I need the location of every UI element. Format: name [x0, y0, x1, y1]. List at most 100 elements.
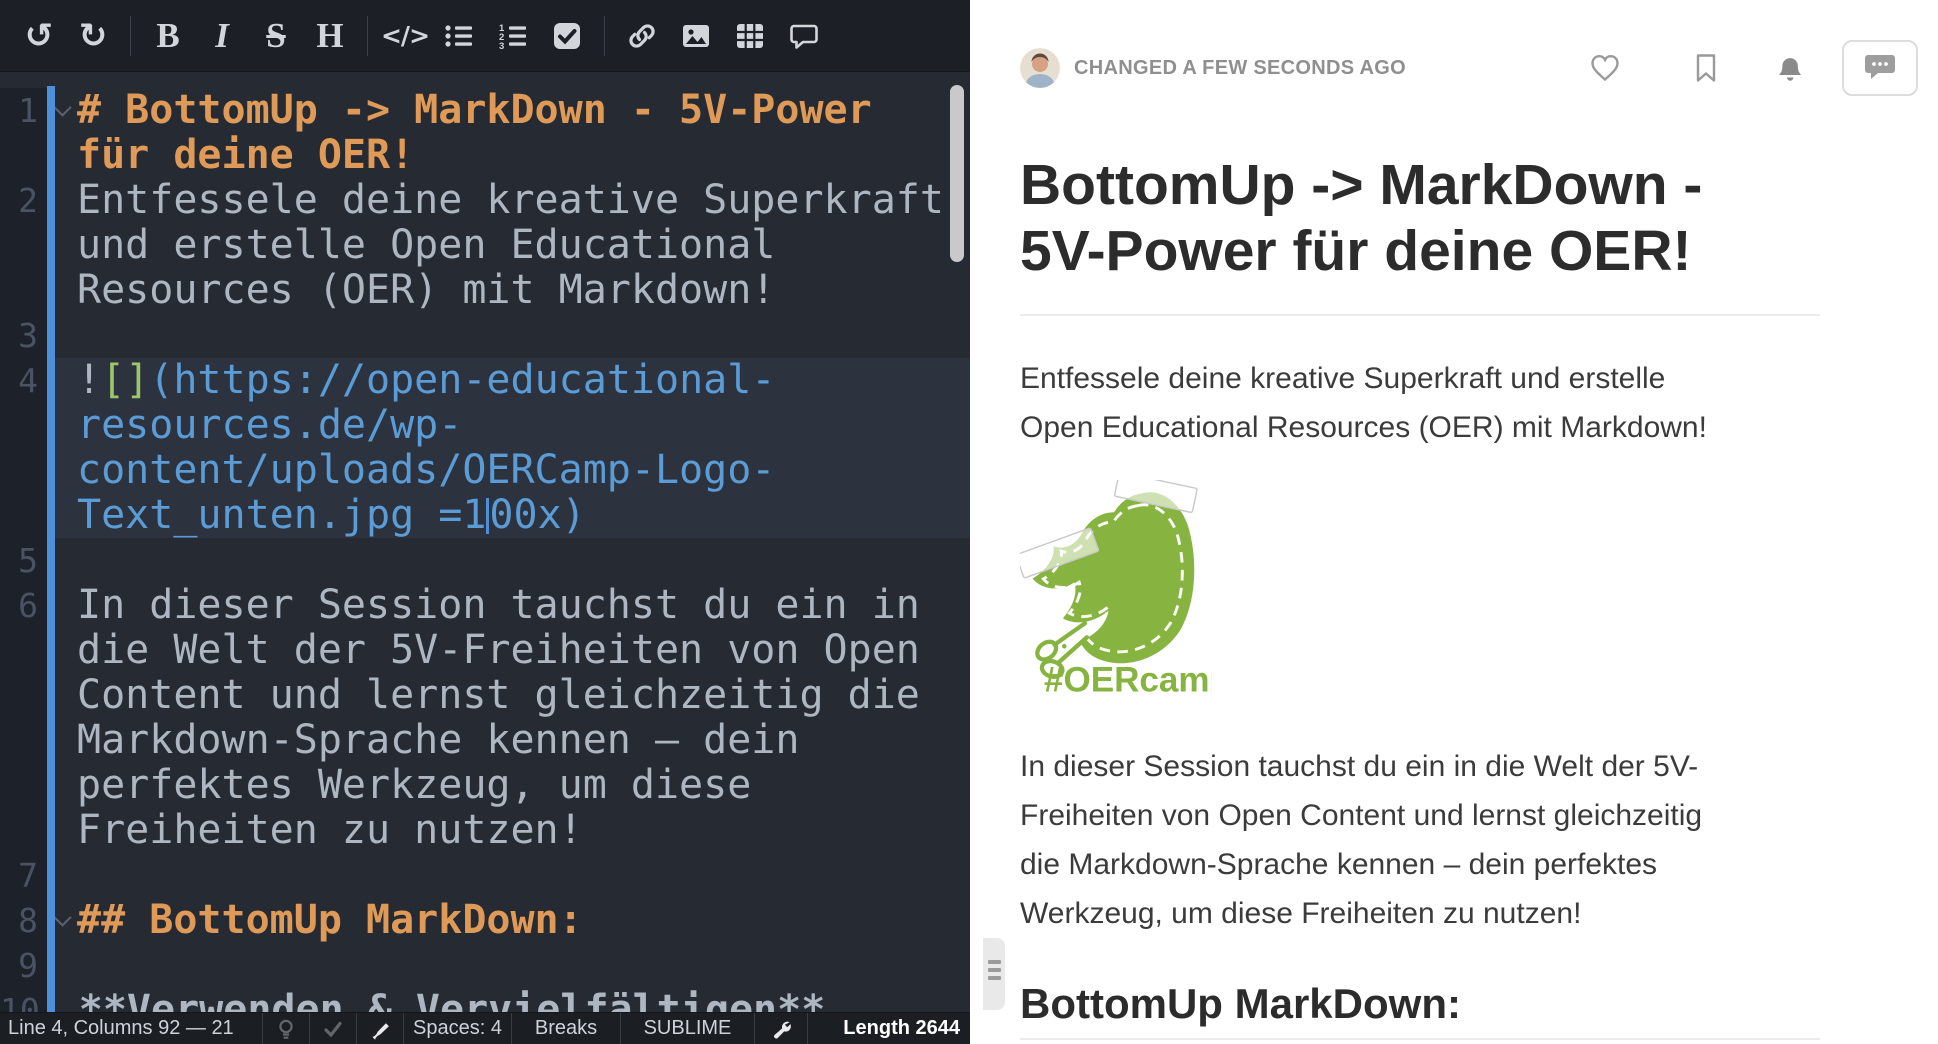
line-number: 6	[0, 583, 47, 853]
editor-line-text	[77, 538, 957, 583]
table-icon	[735, 21, 765, 51]
preferences-button[interactable]	[755, 1013, 808, 1044]
editor-line-5[interactable]: 5	[0, 538, 970, 583]
image-icon	[681, 21, 711, 51]
image-url-token: (https://open-educational- resources.de/…	[77, 357, 775, 538]
grip-bar	[988, 968, 1001, 972]
bold-icon: B	[156, 18, 179, 53]
insert-image-button[interactable]	[673, 13, 719, 59]
check-icon	[322, 1018, 344, 1040]
redo-button[interactable]: ↻	[70, 13, 116, 59]
document-info-bar: CHANGED A FEW SECONDS AGO	[1020, 40, 1918, 96]
editor-line-10[interactable]: 10 **Verwenden & Vervielfältigen**	[0, 988, 970, 1012]
insert-table-button[interactable]	[727, 13, 773, 59]
link-icon	[627, 21, 657, 51]
fold-chevron-icon[interactable]	[53, 98, 71, 116]
check-list-button[interactable]	[544, 13, 590, 59]
svg-text:3: 3	[499, 41, 504, 51]
italic-icon: I	[215, 18, 229, 53]
editor-line-8[interactable]: 8 ## BottomUp MarkDown:	[0, 898, 970, 943]
editor-line-text: **Verwenden & Vervielfältigen**	[79, 988, 959, 1012]
comment-bubble-icon	[1862, 51, 1898, 85]
editor-line-6[interactable]: 6 In dieser Session tauchst du ein in di…	[0, 583, 970, 853]
comment-button[interactable]	[781, 13, 827, 59]
editor-line-1[interactable]: 1 # BottomUp -> MarkDown - 5V-Power für …	[0, 88, 970, 178]
preview-pane: CHANGED A FEW SECONDS AGO	[970, 0, 1938, 1044]
editor-statusbar: Line 4, Columns 92 — 21 Spaces: 4 Bre	[0, 1012, 970, 1044]
comments-panel-button[interactable]	[1842, 40, 1918, 96]
avatar-photo	[1020, 48, 1060, 88]
line-number: 7	[0, 853, 47, 898]
image-brackets-token: []	[101, 357, 149, 403]
fold-chevron-icon[interactable]	[53, 908, 71, 926]
keymap-setting[interactable]: SUBLIME	[621, 1013, 755, 1044]
editor-line-text: In dieser Session tauchst du ein in die …	[77, 583, 957, 853]
authorship-color-bar	[47, 86, 55, 1012]
last-changed-status: CHANGED A FEW SECONDS AGO	[1074, 57, 1406, 80]
editor-line-text	[77, 943, 957, 988]
ordered-list-button[interactable]: 1 2 3	[490, 13, 536, 59]
indent-setting[interactable]: Spaces: 4	[404, 1013, 512, 1044]
heading-button[interactable]: H	[307, 13, 353, 59]
insert-link-button[interactable]	[619, 13, 665, 59]
heart-icon	[1588, 51, 1622, 85]
bookmark-button[interactable]	[1690, 52, 1722, 84]
line-number: 4	[0, 358, 47, 538]
lightbulb-icon	[275, 1018, 297, 1040]
editor-line-text	[77, 853, 957, 898]
author-avatar[interactable]	[1020, 48, 1060, 88]
theme-brush-button[interactable]	[357, 1013, 404, 1044]
oercamp-logo-image: #OERcamp	[1020, 480, 1212, 698]
line-number: 5	[0, 538, 47, 583]
document-length-status: Length 2644	[808, 1013, 970, 1044]
editor-line-text: ![](https://open-educational- resources.…	[77, 358, 957, 538]
editor-line-text: Entfessele deine kreative Superkraft und…	[77, 178, 957, 313]
editor-line-2[interactable]: 2 Entfessele deine kreative Superkraft u…	[0, 178, 970, 313]
grip-bar	[988, 960, 1001, 964]
editor-toolbar: ↺ ↻ B I S H </>	[0, 0, 970, 72]
page-title: BottomUp -> MarkDown - 5V-Power für dein…	[1020, 152, 1820, 316]
editor-line-4-active[interactable]: 4 ![](https://open-educational- resource…	[0, 358, 970, 538]
line-number: 10	[0, 988, 49, 1012]
like-button[interactable]	[1588, 51, 1622, 85]
notifications-button[interactable]	[1774, 52, 1806, 84]
heading-icon: H	[316, 18, 343, 53]
line-number: 2	[0, 178, 47, 313]
cursor-position-status: Line 4, Columns 92 — 21	[0, 1013, 263, 1044]
undo-icon: ↺	[25, 19, 54, 53]
bold-button[interactable]: B	[145, 13, 191, 59]
editor-line-text: ## BottomUp MarkDown:	[77, 898, 957, 943]
toolbar-separator	[130, 16, 131, 56]
editor-line-text	[77, 313, 957, 358]
strikethrough-icon: S	[266, 18, 285, 53]
grip-bar	[988, 976, 1001, 980]
toolbar-separator	[367, 16, 368, 56]
linebreak-setting[interactable]: Breaks	[512, 1013, 621, 1044]
editor-line-9[interactable]: 9	[0, 943, 970, 988]
italic-button[interactable]: I	[199, 13, 245, 59]
check-list-icon	[552, 21, 582, 51]
image-url-token: 00x)	[489, 492, 585, 538]
strikethrough-button[interactable]: S	[253, 13, 299, 59]
bullet-list-button[interactable]	[436, 13, 482, 59]
editor-line-3[interactable]: 3	[0, 313, 970, 358]
session-paragraph: In dieser Session tauchst du ein in die …	[1020, 742, 1830, 938]
toolbar-separator	[604, 16, 605, 56]
undo-button[interactable]: ↺	[16, 13, 62, 59]
code-button[interactable]: </>	[382, 13, 428, 59]
wrench-icon	[770, 1018, 792, 1040]
editor-line-7[interactable]: 7	[0, 853, 970, 898]
bell-icon	[1774, 52, 1806, 84]
line-number: 9	[0, 943, 47, 988]
night-mode-toggle[interactable]	[263, 1013, 310, 1044]
intro-paragraph: Entfessele deine kreative Superkraft und…	[1020, 354, 1830, 452]
code-icon: </>	[381, 21, 429, 50]
line-number: 1	[0, 88, 47, 178]
rendered-markdown: BottomUp -> MarkDown - 5V-Power für dein…	[970, 152, 1938, 1040]
spellcheck-toggle[interactable]	[310, 1013, 357, 1044]
line-number: 8	[0, 898, 47, 943]
editor-scrollbar-thumb[interactable]	[950, 85, 964, 262]
pane-splitter-handle[interactable]	[983, 938, 1005, 1010]
markdown-source-editor[interactable]: 1 # BottomUp -> MarkDown - 5V-Power für …	[0, 72, 970, 1012]
ordered-list-icon: 1 2 3	[498, 21, 528, 51]
